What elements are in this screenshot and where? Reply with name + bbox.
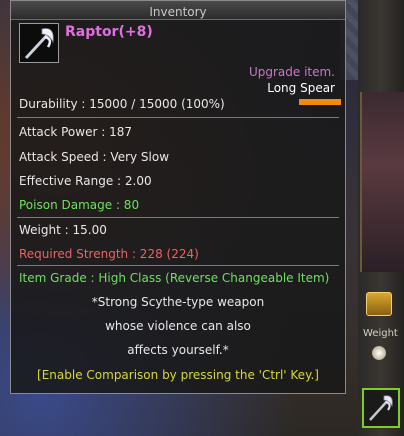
orb-icon — [372, 346, 386, 360]
weight-label: Weight — [363, 328, 398, 339]
item-name: Raptor(+8) — [65, 24, 153, 40]
poison-damage-stat: Poison Damage : 80 — [19, 198, 140, 212]
description-line: affects yourself.* — [127, 343, 229, 357]
item-grade: Item Grade : High Class (Reverse Changea… — [19, 271, 330, 285]
divider — [17, 265, 339, 266]
weight-stat: Weight : 15.00 — [19, 223, 107, 237]
equipped-weapon-slot[interactable] — [362, 388, 400, 428]
comparison-hint: [Enable Comparison by pressing the 'Ctrl… — [37, 368, 319, 382]
required-strength-stat: Required Strength : 228 (224) — [19, 247, 199, 261]
attack-power-stat: Attack Power : 187 — [19, 125, 132, 139]
durability-stat: Durability : 15000 / 15000 (100%) — [19, 97, 225, 111]
scythe-spear-icon — [369, 395, 393, 421]
attack-speed-stat: Attack Speed : Very Slow — [19, 150, 170, 164]
item-tooltip: Inventory Raptor(+8) Upgrade item. Long … — [10, 0, 346, 394]
weapon-type-bar — [299, 99, 341, 105]
treasure-chest-icon[interactable] — [366, 292, 392, 316]
scythe-spear-icon — [24, 28, 54, 60]
description-line: *Strong Scythe-type weapon — [91, 295, 265, 309]
upgrade-note: Upgrade item. — [248, 65, 335, 79]
description-line: whose violence can also — [105, 319, 251, 333]
character-preview — [360, 92, 404, 272]
divider — [17, 217, 339, 218]
window-title: Inventory — [149, 5, 207, 19]
weapon-type: Long Spear — [267, 81, 335, 95]
divider — [17, 117, 339, 118]
effective-range-stat: Effective Range : 2.00 — [19, 174, 152, 188]
item-icon-frame — [19, 23, 59, 63]
window-titlebar[interactable]: Inventory — [11, 1, 345, 20]
